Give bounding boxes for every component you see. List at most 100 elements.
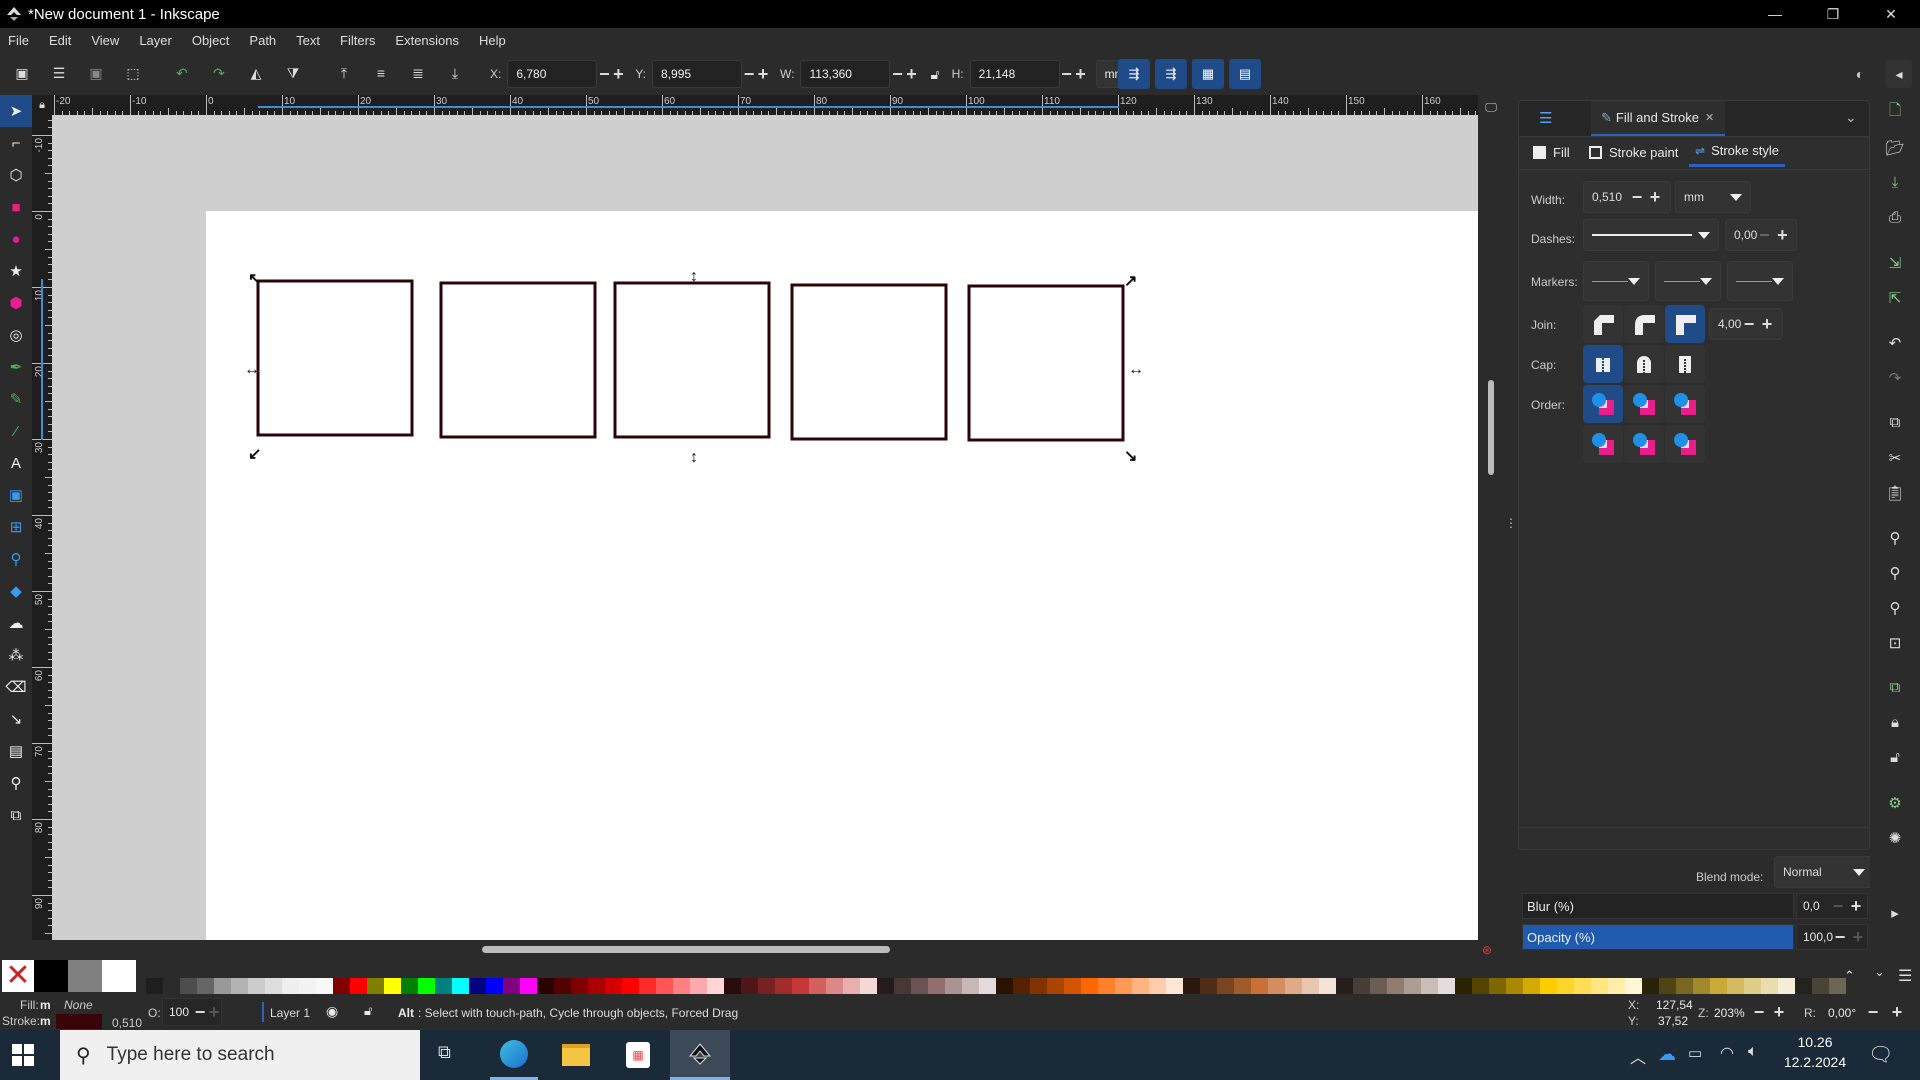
import-button[interactable]: ⇲︎ (1870, 245, 1920, 280)
color-swatch[interactable] (639, 978, 656, 994)
end-marker-dropdown[interactable] (1727, 261, 1793, 301)
paint-order-option-2[interactable] (1624, 385, 1664, 423)
color-swatch[interactable] (384, 978, 401, 994)
color-swatch[interactable] (1812, 978, 1829, 994)
mesh-tool[interactable]: ⊞ (0, 511, 32, 543)
lower-icon[interactable]: ≣ (406, 61, 430, 85)
file-explorer-taskbar-icon[interactable] (552, 1030, 600, 1080)
scale-handle-ne[interactable]: ↗ (1124, 273, 1137, 290)
blur-increment[interactable]: + (1849, 896, 1863, 917)
color-swatch[interactable] (367, 978, 384, 994)
current-layer[interactable]: Layer 1 (270, 1006, 310, 1020)
color-swatch[interactable] (571, 978, 588, 994)
rotate-cw-button[interactable]: + (1890, 1002, 1904, 1023)
color-swatch[interactable] (537, 978, 554, 994)
color-swatch[interactable] (605, 978, 622, 994)
zoom-in-button[interactable]: + (1772, 1002, 1786, 1023)
color-swatch[interactable] (1115, 978, 1132, 994)
color-swatch[interactable] (1727, 978, 1744, 994)
palette-menu-icon[interactable]: ☰ (1898, 966, 1912, 986)
lower-to-bottom-icon[interactable]: ⤓ (443, 61, 467, 85)
color-swatch[interactable] (809, 978, 826, 994)
width-decrement[interactable]: − (1630, 187, 1644, 208)
color-swatch[interactable] (1489, 978, 1506, 994)
color-swatch[interactable] (333, 978, 350, 994)
more-button[interactable]: ▸︎ (1870, 895, 1920, 930)
selector-tool[interactable]: ➤ (0, 95, 32, 127)
raise-icon[interactable]: ≡ (369, 61, 393, 85)
color-swatch[interactable] (1353, 978, 1370, 994)
color-swatch[interactable] (180, 978, 197, 994)
zoom-out-button[interactable]: − (1752, 1002, 1766, 1023)
color-swatch[interactable] (673, 978, 690, 994)
color-swatch[interactable] (282, 978, 299, 994)
mid-marker-dropdown[interactable] (1655, 261, 1721, 301)
tab-close-icon[interactable]: ✕ (1705, 111, 1714, 124)
duplicate-button[interactable]: ⧉︎ (1870, 405, 1920, 440)
print-document-button[interactable]: ⎙︎ (1870, 200, 1920, 235)
color-swatch[interactable] (1591, 978, 1608, 994)
color-swatch[interactable] (877, 978, 894, 994)
dropper-tool[interactable]: ⚲ (0, 543, 32, 575)
zoom-drawing-button[interactable]: ⚲︎ (1870, 555, 1920, 590)
color-swatch[interactable] (1081, 978, 1098, 994)
color-swatch[interactable] (520, 978, 537, 994)
notifications-icon[interactable]: 🗨︎ (1868, 1042, 1893, 1067)
color-swatch[interactable] (1438, 978, 1455, 994)
stretch-handle-s[interactable]: ↕ (690, 449, 698, 466)
inkscape-taskbar-icon[interactable] (670, 1030, 730, 1080)
paint-order-option-4[interactable] (1583, 425, 1623, 463)
color-swatch[interactable] (1540, 978, 1557, 994)
no-paint-swatch[interactable]: ✕ (2, 960, 34, 992)
color-swatch[interactable] (418, 978, 435, 994)
stretch-handle-w[interactable]: ↔ (244, 361, 260, 378)
scale-handle-nw[interactable]: ↖ (248, 271, 261, 288)
scale-handle-se[interactable]: ↘ (1124, 448, 1137, 465)
color-swatch[interactable] (1676, 978, 1693, 994)
onedrive-icon[interactable]: ☁ (1658, 1044, 1676, 1065)
color-swatch[interactable] (1710, 978, 1727, 994)
color-swatch[interactable] (1336, 978, 1353, 994)
snap-toggle-icon[interactable]: ◐ (1848, 62, 1872, 86)
join-round-button[interactable] (1624, 305, 1664, 343)
rectangle-object[interactable] (256, 279, 414, 437)
rectangle-object[interactable] (967, 284, 1125, 442)
color-swatch[interactable] (1608, 978, 1625, 994)
color-swatch[interactable] (1064, 978, 1081, 994)
subtab-fill[interactable]: Fill (1533, 145, 1570, 160)
color-swatch[interactable] (1625, 978, 1642, 994)
scale-stroke-toggle[interactable]: ⇶ (1118, 59, 1150, 89)
x-decrement[interactable]: − (597, 64, 611, 85)
color-swatch[interactable] (775, 978, 792, 994)
color-swatch[interactable] (1761, 978, 1778, 994)
color-swatch[interactable] (1319, 978, 1336, 994)
color-swatch[interactable] (826, 978, 843, 994)
color-swatch[interactable] (248, 978, 265, 994)
filters-button[interactable]: ✺︎ (1870, 820, 1920, 855)
dash-offset-decrement[interactable]: − (1757, 225, 1771, 246)
color-swatch[interactable] (401, 978, 418, 994)
ellipse-tool[interactable]: ● (0, 223, 32, 255)
color-swatch[interactable] (690, 978, 707, 994)
stretch-handle-e[interactable]: ↔ (1128, 361, 1144, 378)
color-swatch[interactable] (350, 978, 367, 994)
join-miter-button[interactable] (1665, 305, 1705, 343)
color-swatch[interactable] (469, 978, 486, 994)
color-swatch[interactable] (894, 978, 911, 994)
dock-handle-icon[interactable]: ⋮ (1505, 517, 1517, 538)
paste-button[interactable]: 📋︎ (1870, 475, 1920, 510)
rotate-cw-icon[interactable]: ↷ (207, 61, 231, 85)
rotate-ccw-button[interactable]: − (1866, 1002, 1880, 1023)
color-swatch[interactable] (163, 978, 180, 994)
zoom-field[interactable]: 203% (1714, 1006, 1745, 1020)
y-field[interactable]: 8,995 (652, 60, 743, 88)
status-opacity-decrement[interactable]: − (193, 1002, 207, 1023)
w-increment[interactable]: + (904, 64, 918, 85)
blend-mode-dropdown[interactable]: Normal (1774, 856, 1874, 888)
taskbar-search-box[interactable]: ⚲ Type here to search (60, 1030, 420, 1080)
dash-offset-increment[interactable]: + (1775, 225, 1789, 246)
spray-tool[interactable]: ⁂ (0, 639, 32, 671)
pencil-tool[interactable]: ✎ (0, 383, 32, 415)
opacity-increment[interactable]: + (1851, 927, 1865, 948)
color-swatch[interactable] (1132, 978, 1149, 994)
